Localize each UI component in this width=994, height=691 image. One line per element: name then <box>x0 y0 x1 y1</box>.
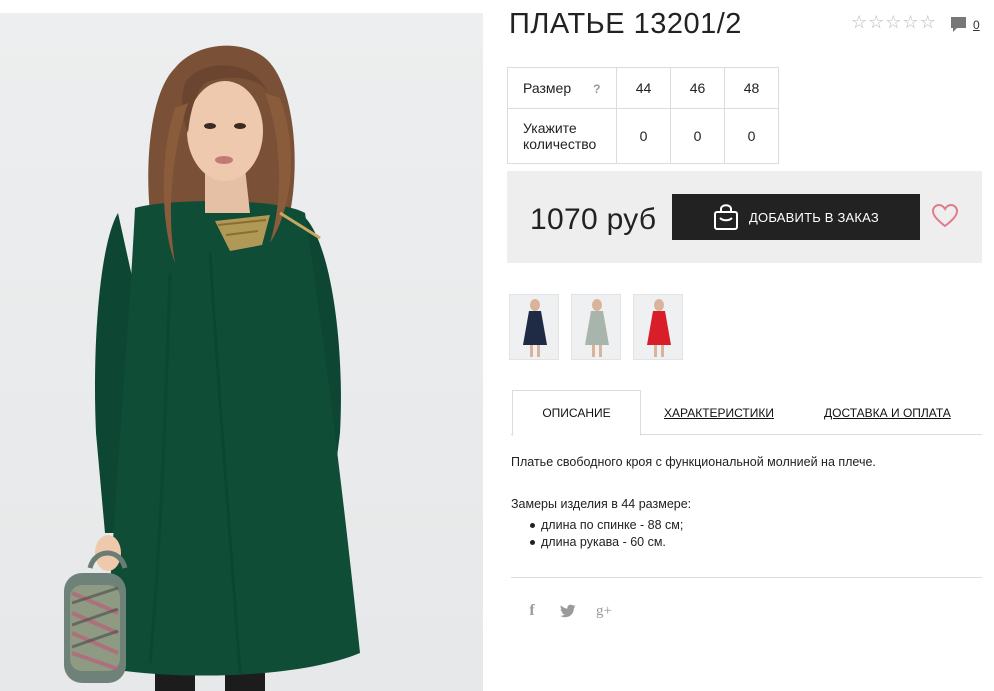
quantity-input-46[interactable] <box>677 128 718 144</box>
quantity-input-48[interactable] <box>731 128 772 144</box>
size-44: 44 <box>616 67 671 109</box>
comment-count[interactable]: 0 <box>973 16 980 34</box>
size-48: 48 <box>724 67 779 109</box>
thumbnail-navy-image <box>523 299 547 357</box>
tab-characteristics[interactable]: ХАРАКТЕРИСТИКИ <box>664 390 774 435</box>
tab-description[interactable]: ОПИСАНИЕ <box>512 390 641 436</box>
star-outline-icon[interactable]: ☆ <box>902 14 918 32</box>
description-text: Платье свободного кроя с функциональной … <box>511 455 876 469</box>
thumbnail-red-image <box>647 299 671 357</box>
purchase-panel: 1070 руб ДОБАВИТЬ В ЗАКАЗ <box>507 171 982 263</box>
facebook-icon[interactable]: f <box>524 602 540 620</box>
qty-cell-46 <box>670 108 725 164</box>
thumbnail-navy[interactable] <box>509 294 559 360</box>
star-outline-icon[interactable]: ☆ <box>920 14 936 32</box>
add-to-order-button[interactable]: ДОБАВИТЬ В ЗАКАЗ <box>672 194 920 240</box>
shopping-bag-icon <box>714 204 739 230</box>
quantity-input-44[interactable] <box>623 128 664 144</box>
color-thumbnails <box>509 294 683 360</box>
size-label: Размер? <box>507 67 617 109</box>
star-outline-icon[interactable]: ☆ <box>885 14 901 32</box>
measures-title: Замеры изделия в 44 размере: <box>511 497 692 511</box>
twitter-icon[interactable] <box>560 604 576 618</box>
size-label-text: Размер <box>523 80 572 96</box>
star-outline-icon[interactable]: ☆ <box>851 14 867 32</box>
size-table: Размер? 44 46 48 Укажите количество <box>507 67 779 164</box>
comments-link[interactable]: 0 <box>950 16 980 34</box>
measures-list: длина по спинке - 88 см; длина рукава - … <box>528 517 683 551</box>
comment-icon <box>951 17 966 32</box>
list-item: длина по спинке - 88 см; <box>528 517 683 534</box>
size-46: 46 <box>670 67 725 109</box>
qty-cell-48 <box>724 108 779 164</box>
heart-icon[interactable] <box>932 204 958 228</box>
divider <box>511 577 982 578</box>
social-share: f g+ <box>524 602 612 620</box>
thumbnail-red[interactable] <box>633 294 683 360</box>
thumbnail-gray-image <box>585 299 609 357</box>
thumbnail-gray[interactable] <box>571 294 621 360</box>
google-plus-icon[interactable]: g+ <box>596 603 612 620</box>
size-help-icon[interactable]: ? <box>593 82 600 96</box>
add-to-order-label: ДОБАВИТЬ В ЗАКАЗ <box>749 209 879 225</box>
quantity-label: Укажите количество <box>507 108 617 164</box>
product-photo[interactable] <box>0 13 483 691</box>
product-title: ПЛАТЬЕ 13201/2 <box>509 8 742 40</box>
product-photo-illustration <box>64 45 360 691</box>
list-item: длина рукава - 60 см. <box>528 534 683 551</box>
star-outline-icon[interactable]: ☆ <box>868 14 884 32</box>
product-tabs: ОПИСАНИЕ ХАРАКТЕРИСТИКИ ДОСТАВКА И ОПЛАТ… <box>511 390 982 436</box>
rating-stars[interactable]: ☆ ☆ ☆ ☆ ☆ <box>851 14 936 32</box>
qty-cell-44 <box>616 108 671 164</box>
price: 1070 руб <box>530 203 657 236</box>
tab-delivery-payment[interactable]: ДОСТАВКА И ОПЛАТА <box>824 390 951 435</box>
